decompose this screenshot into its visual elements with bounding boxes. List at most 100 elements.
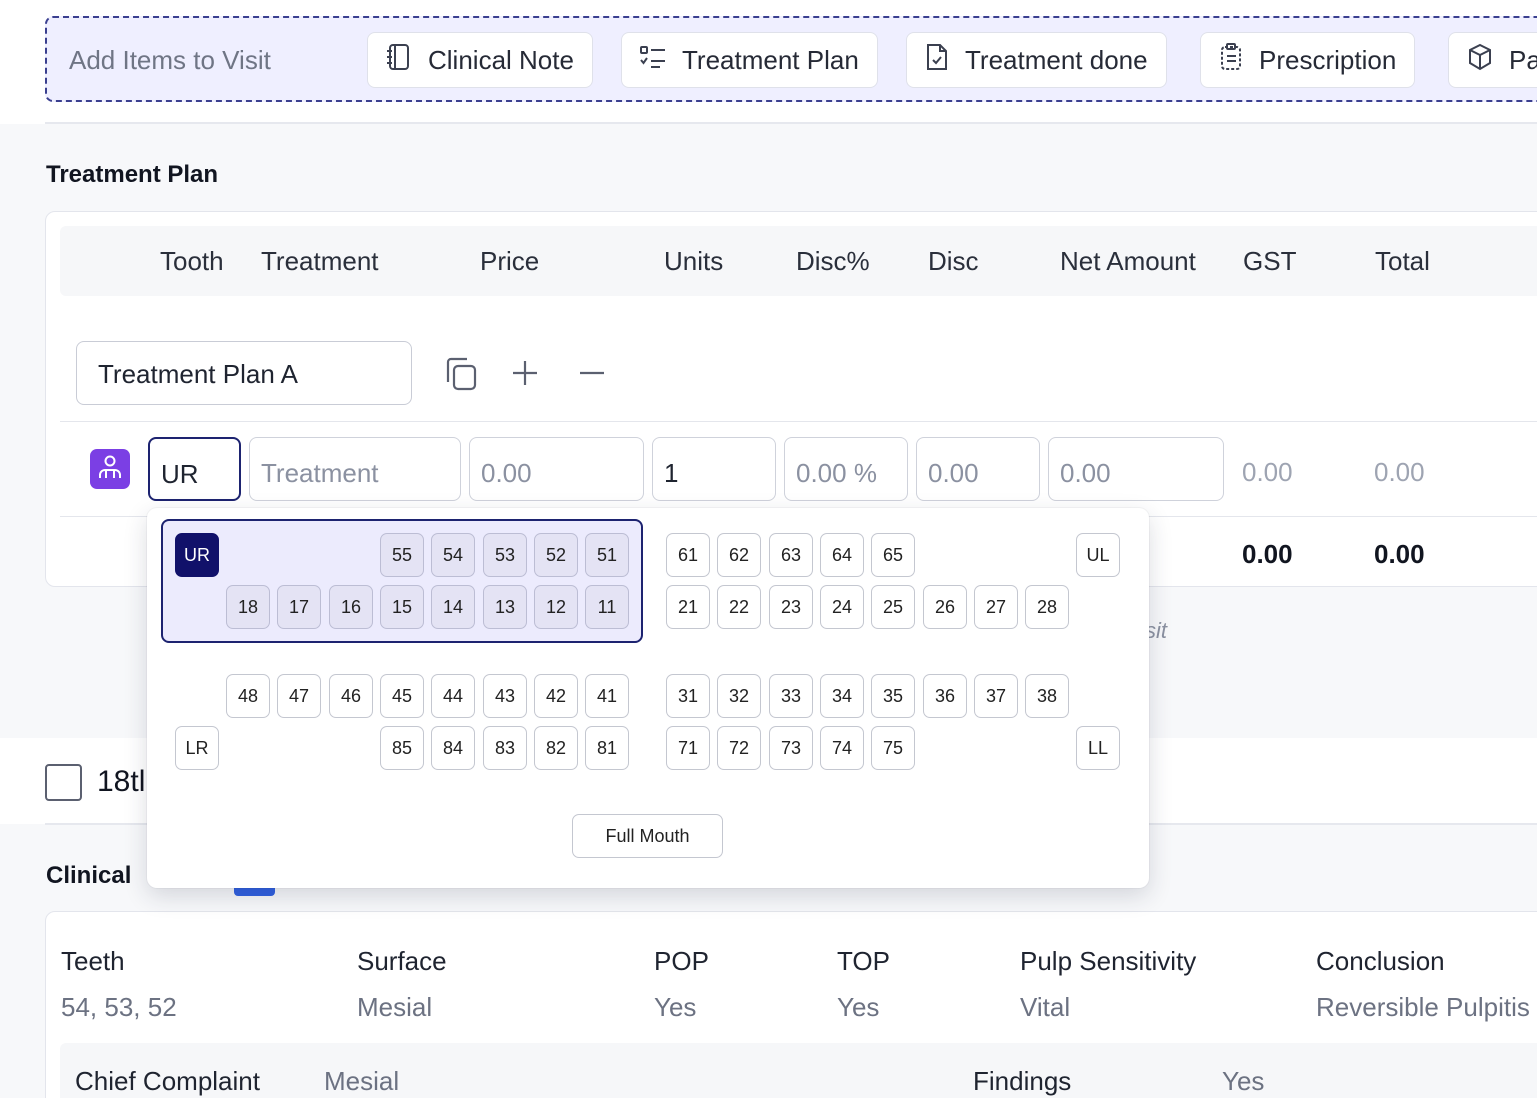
tooth-button[interactable]: 44 xyxy=(431,674,475,718)
minus-icon[interactable] xyxy=(578,359,606,392)
tooth-button[interactable]: 71 xyxy=(666,726,710,770)
tooth-button[interactable]: 22 xyxy=(717,585,761,629)
tooth-button[interactable]: 31 xyxy=(666,674,710,718)
tooth-button[interactable]: 62 xyxy=(717,533,761,577)
col-gst: GST xyxy=(1243,246,1297,276)
tooth-button[interactable]: 63 xyxy=(769,533,813,577)
plus-icon[interactable] xyxy=(511,359,539,392)
treatment-plan-button[interactable]: Treatment Plan xyxy=(621,32,878,88)
col-disc-percent: Disc% xyxy=(796,246,870,276)
tooth-button[interactable]: 16 xyxy=(329,585,373,629)
tooth-button[interactable]: 32 xyxy=(717,674,761,718)
disc-percent-field[interactable]: 0.00 % xyxy=(784,437,908,501)
tooth-button[interactable]: 33 xyxy=(769,674,813,718)
tooth-button[interactable]: 11 xyxy=(585,585,629,629)
package-button[interactable]: Pa xyxy=(1448,32,1537,88)
tooth-button[interactable]: 35 xyxy=(871,674,915,718)
tooth-picker-popup: UR UL LR LL 55 54 53 52 51 18 17 16 15 14 13 12 11 61… xyxy=(147,508,1149,888)
tooth-button[interactable]: 83 xyxy=(483,726,527,770)
tooth-button[interactable]: 34 xyxy=(820,674,864,718)
tooth-button[interactable]: 47 xyxy=(277,674,321,718)
add-items-bar: Add Items to Visit Clinical Note Treatme… xyxy=(45,16,1537,102)
clinical-card: Teeth Surface POP TOP Pulp Sensitivity C… xyxy=(45,911,1537,1098)
clinical-note-label: Clinical Note xyxy=(428,44,574,75)
tooth-button[interactable]: 51 xyxy=(585,533,629,577)
top-label: TOP xyxy=(837,946,890,976)
quadrant-ur-button[interactable]: UR xyxy=(175,533,219,577)
price-field[interactable]: 0.00 xyxy=(469,437,644,501)
quadrant-lr-button[interactable]: LR xyxy=(175,726,219,770)
tooth-button[interactable]: 28 xyxy=(1025,585,1069,629)
disc-field[interactable]: 0.00 xyxy=(916,437,1040,501)
tooth-button[interactable]: 46 xyxy=(329,674,373,718)
tooth-button[interactable]: 36 xyxy=(923,674,967,718)
tooth-button[interactable]: 25 xyxy=(871,585,915,629)
tooth-button[interactable]: 65 xyxy=(871,533,915,577)
tooth-button[interactable]: 73 xyxy=(769,726,813,770)
tooth-button[interactable]: 64 xyxy=(820,533,864,577)
tooth-button[interactable]: 14 xyxy=(431,585,475,629)
tooth-field[interactable]: UR xyxy=(148,437,241,501)
tooth-button[interactable]: 82 xyxy=(534,726,578,770)
tooth-button[interactable]: 74 xyxy=(820,726,864,770)
tooth-button[interactable]: 38 xyxy=(1025,674,1069,718)
tooth-button[interactable]: 43 xyxy=(483,674,527,718)
tooth-button[interactable]: 23 xyxy=(769,585,813,629)
quadrant-ll-button[interactable]: LL xyxy=(1076,726,1120,770)
tooth-button[interactable]: 27 xyxy=(974,585,1018,629)
visit-checkbox[interactable] xyxy=(45,764,82,801)
tooth-button[interactable]: 52 xyxy=(534,533,578,577)
tooth-button[interactable]: 15 xyxy=(380,585,424,629)
tooth-button[interactable]: 41 xyxy=(585,674,629,718)
prescription-button[interactable]: Prescription xyxy=(1200,32,1416,88)
grand-total: 0.00 xyxy=(1374,539,1425,569)
plan-name-input[interactable]: Treatment Plan A xyxy=(76,341,412,405)
quadrant-ul-button[interactable]: UL xyxy=(1076,533,1120,577)
patient-avatar[interactable] xyxy=(90,449,130,489)
pop-label: POP xyxy=(654,946,709,976)
tooth-button[interactable]: 53 xyxy=(483,533,527,577)
tooth-button[interactable]: 37 xyxy=(974,674,1018,718)
net-amount-field[interactable]: 0.00 xyxy=(1048,437,1224,501)
tooth-button[interactable]: 18 xyxy=(226,585,270,629)
tooth-button[interactable]: 42 xyxy=(534,674,578,718)
tooth-button[interactable]: 85 xyxy=(380,726,424,770)
tooth-button[interactable]: 84 xyxy=(431,726,475,770)
treatment-plan-label: Treatment Plan xyxy=(682,44,859,75)
col-net-amount: Net Amount xyxy=(1060,246,1196,276)
tooth-button[interactable]: 55 xyxy=(380,533,424,577)
units-field[interactable]: 1 xyxy=(652,437,776,501)
complaint-row: Chief Complaint Mesial Findings Yes xyxy=(60,1043,1537,1098)
visit-label: 18tl xyxy=(97,765,146,798)
tooth-button[interactable]: 48 xyxy=(226,674,270,718)
pulp-sensitivity-value: Vital xyxy=(1020,992,1071,1022)
tooth-button[interactable]: 17 xyxy=(277,585,321,629)
tooth-button[interactable]: 24 xyxy=(820,585,864,629)
tooth-button[interactable]: 81 xyxy=(585,726,629,770)
notebook-icon xyxy=(386,43,428,78)
tooth-button[interactable]: 12 xyxy=(534,585,578,629)
col-total: Total xyxy=(1375,246,1430,276)
copy-icon[interactable] xyxy=(442,356,478,397)
tooth-button[interactable]: 21 xyxy=(666,585,710,629)
chief-complaint-value: Mesial xyxy=(324,1066,400,1096)
conclusion-value: Reversible Pulpitis xyxy=(1316,992,1530,1022)
tooth-button[interactable]: 45 xyxy=(380,674,424,718)
tooth-button[interactable]: 13 xyxy=(483,585,527,629)
teeth-label: Teeth xyxy=(61,946,125,976)
treatment-done-button[interactable]: Treatment done xyxy=(906,32,1167,88)
tooth-button[interactable]: 75 xyxy=(871,726,915,770)
full-mouth-button[interactable]: Full Mouth xyxy=(572,814,723,858)
clipboard-list-icon xyxy=(1219,42,1259,78)
tooth-button[interactable]: 26 xyxy=(923,585,967,629)
teeth-value: 54, 53, 52 xyxy=(61,992,177,1022)
tooth-button[interactable]: 54 xyxy=(431,533,475,577)
list-checks-icon xyxy=(640,45,682,76)
treatment-field[interactable]: Treatment xyxy=(249,437,461,501)
divider xyxy=(45,122,1537,124)
tooth-button[interactable]: 61 xyxy=(666,533,710,577)
col-tooth: Tooth xyxy=(160,246,224,276)
tooth-button[interactable]: 72 xyxy=(717,726,761,770)
clinical-note-button[interactable]: Clinical Note xyxy=(367,32,593,88)
row-divider xyxy=(60,421,1537,422)
